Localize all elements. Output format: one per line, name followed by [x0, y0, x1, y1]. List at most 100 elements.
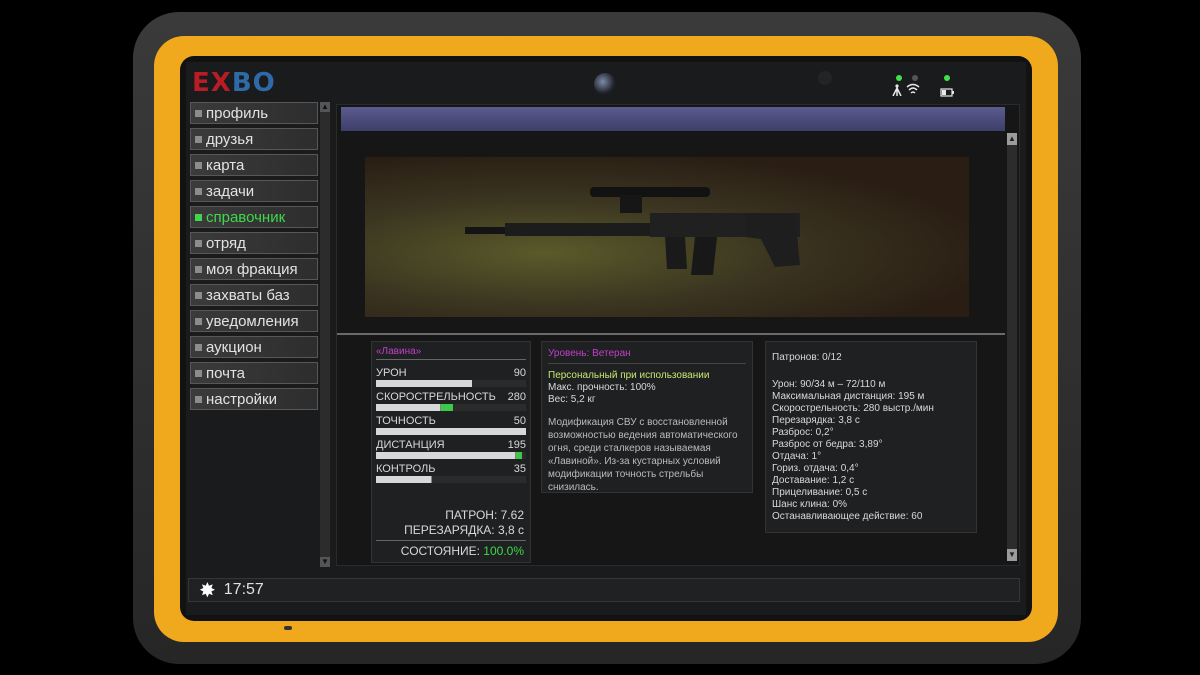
weight-text: Вес: 5,2 кг [548, 394, 596, 405]
stat-label: СКОРОСТРЕЛЬНОСТЬ [376, 391, 496, 403]
menu-bullet-icon [195, 369, 202, 377]
clock: 17:57 [223, 581, 264, 598]
menu-bullet-icon [195, 187, 202, 195]
condition-label: СОСТОЯНИЕ: [400, 544, 484, 558]
detail-line: Доставание: 1,2 с [772, 475, 855, 486]
exbo-logo: EXBO [192, 68, 276, 98]
menu-item-notifications[interactable]: уведомления [190, 310, 318, 332]
stat-bar [376, 476, 526, 483]
details-list: Урон: 90/34 м – 72/110 м Максимальная ди… [766, 363, 976, 523]
scroll-down-icon[interactable]: ▼ [1007, 549, 1017, 561]
stat-bar-fill [515, 452, 522, 459]
stat-bar [376, 452, 526, 459]
menu-bullet-icon [195, 317, 202, 325]
stat-bar [376, 404, 526, 411]
detail-line: Перезарядка: 3,8 с [772, 415, 860, 426]
menu-label: уведомления [206, 312, 299, 330]
info-divider [548, 363, 746, 364]
stat-damage: УРОН 90 [376, 367, 526, 387]
menu-label: справочник [206, 208, 286, 226]
detail-line: Шанс клина: 0% [772, 499, 848, 510]
condition-text: СОСТОЯНИЕ: 100.0% [401, 544, 524, 558]
menu-item-handbook[interactable]: справочник [190, 206, 318, 228]
detail-line: Гориз. отдача: 0,4° [772, 463, 859, 474]
menu-label: захваты баз [206, 286, 290, 304]
detail-line: Разброс от бедра: 3,89° [772, 439, 883, 450]
menu-label: настройки [206, 390, 278, 408]
menu-bullet-icon [195, 213, 202, 221]
durability-text: Макс. прочность: 100% [548, 382, 656, 393]
detail-line: Разброс: 0,2° [772, 427, 834, 438]
stat-value: 90 [513, 367, 526, 379]
stat-value: 195 [507, 439, 526, 451]
menu-item-base-captures[interactable]: захваты баз [190, 284, 318, 306]
stat-value: 280 [507, 391, 526, 403]
detail-line: Отдача: 1° [772, 451, 822, 462]
panel-scrollbar[interactable]: ▲ ▼ [1007, 133, 1017, 561]
title-divider [376, 359, 526, 360]
detail-line: Останавливающее действие: 60 [772, 511, 923, 522]
menu-item-profile[interactable]: профиль [190, 102, 318, 124]
menu-label: аукцион [206, 338, 262, 356]
scroll-down-icon[interactable]: ▼ [320, 557, 330, 567]
menu-scrollbar[interactable]: ▲ ▼ [320, 102, 330, 567]
menu-bullet-icon [195, 135, 202, 143]
stat-fire-rate: СКОРОСТРЕЛЬНОСТЬ 280 [376, 391, 526, 411]
menu-item-squad[interactable]: отряд [190, 232, 318, 254]
menu-bullet-icon [195, 291, 202, 299]
weapon-name: «Лавина» [376, 346, 422, 357]
stat-label: УРОН [376, 367, 407, 379]
menu-item-faction[interactable]: моя фракция [190, 258, 318, 280]
battery-led-icon [944, 75, 950, 81]
signal-led-icon [896, 75, 902, 81]
stat-bar [376, 380, 526, 387]
stat-range: ДИСТАНЦИЯ 195 [376, 439, 526, 459]
menu-bullet-icon [195, 109, 202, 117]
sensor-icon [818, 71, 832, 85]
menu-item-auction[interactable]: аукцион [190, 336, 318, 358]
scroll-up-icon[interactable]: ▲ [320, 102, 330, 112]
menu-bullet-icon [195, 343, 202, 351]
level-text: Уровень: Ветеран [548, 348, 631, 359]
menu-label: моя фракция [206, 260, 298, 278]
battery-icon [940, 85, 954, 100]
stat-control: КОНТРОЛЬ 35 [376, 463, 526, 483]
stat-accuracy: ТОЧНОСТЬ 50 [376, 415, 526, 435]
detail-line: Урон: 90/34 м – 72/110 м [772, 379, 886, 390]
menu-item-friends[interactable]: друзья [190, 128, 318, 150]
menu-bullet-icon [195, 395, 202, 403]
stat-value: 35 [513, 463, 526, 475]
stat-label: ДИСТАНЦИЯ [376, 439, 445, 451]
logo-part1: EX [192, 68, 232, 98]
microphone-hole [284, 626, 292, 630]
detail-line: Скорострельность: 280 выстр./мин [772, 403, 934, 414]
menu-item-tasks[interactable]: задачи [190, 180, 318, 202]
logo-part2: BO [231, 68, 276, 98]
weapon-image [365, 157, 969, 317]
stat-label: КОНТРОЛЬ [376, 463, 436, 475]
panel-header-bar [341, 107, 1005, 131]
menu-bullet-icon [195, 239, 202, 247]
ammo-type: ПАТРОН: 7.62 [445, 508, 524, 522]
menu-label: отряд [206, 234, 246, 252]
section-divider [337, 333, 1005, 335]
taskbar: ✸ 17:57 [188, 578, 1020, 602]
menu-item-mail[interactable]: почта [190, 362, 318, 384]
handbook-panel: ▲ ▼ «Лавина» УРОН 90 СКОРОСТРЕЛЬНОСТЬ 28… [336, 104, 1020, 566]
antenna-icon [890, 82, 904, 99]
condition-value: 100.0% [483, 544, 524, 558]
scroll-up-icon[interactable]: ▲ [1007, 133, 1017, 145]
weapon-stats-card: «Лавина» УРОН 90 СКОРОСТРЕЛЬНОСТЬ 280 ТОЧН… [371, 341, 531, 563]
start-icon[interactable]: ✸ [199, 578, 216, 603]
menu-item-map[interactable]: карта [190, 154, 318, 176]
tablet-screen: EXBO профиль друзья карта задачи справоч… [186, 62, 1026, 615]
menu-bullet-icon [195, 161, 202, 169]
menu-item-settings[interactable]: настройки [190, 388, 318, 410]
personal-text: Персональный при использовании [548, 370, 710, 381]
menu-label: друзья [206, 130, 254, 148]
menu-bullet-icon [195, 265, 202, 273]
stat-bar-fill [440, 404, 453, 411]
wifi-icon [906, 82, 920, 99]
weapon-info-card: Уровень: Ветеран Персональный при исполь… [541, 341, 753, 493]
description-text: Модификация СВУ с восстановленной возмож… [548, 417, 738, 493]
